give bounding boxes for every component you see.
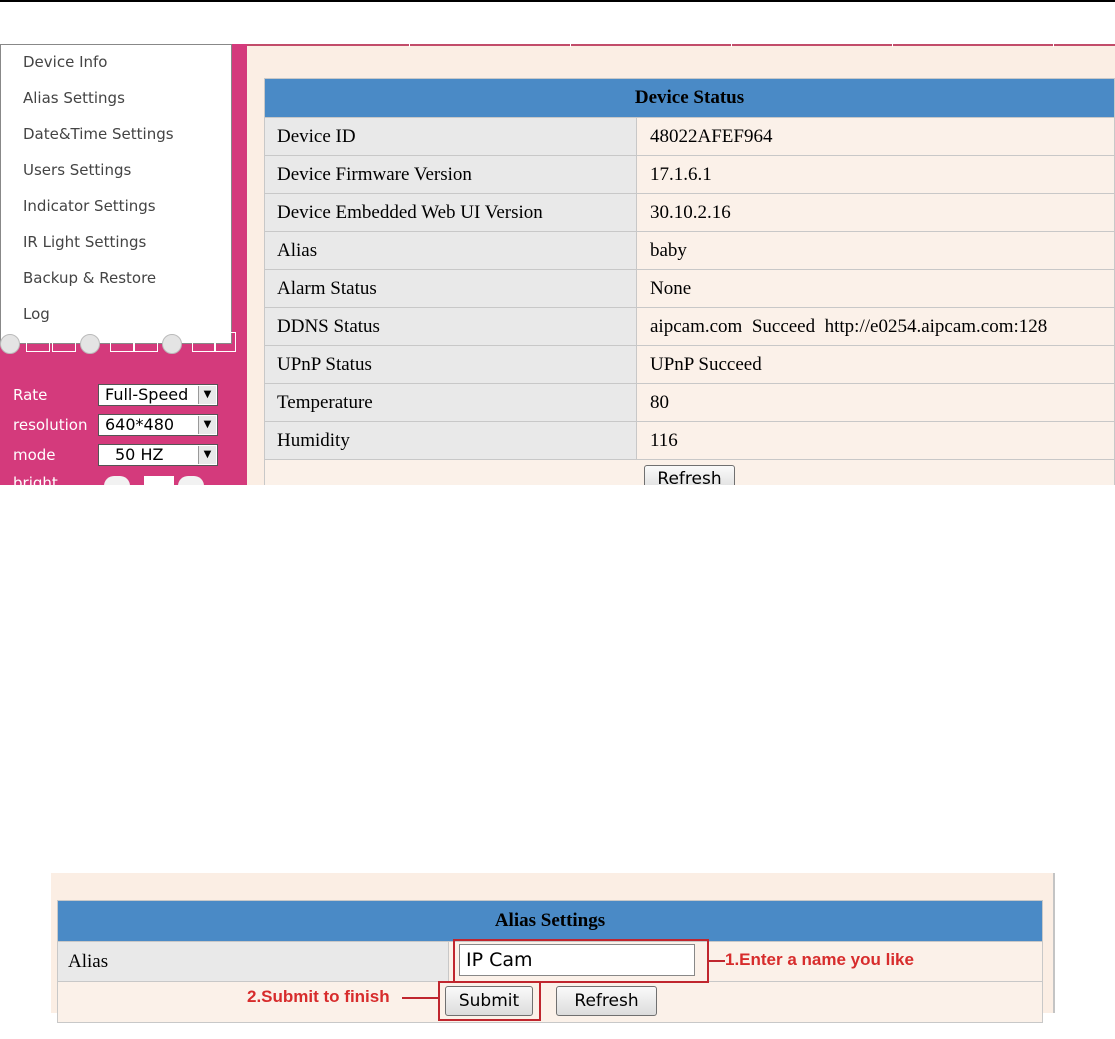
bright-stepper[interactable] xyxy=(104,476,204,485)
menu-item-ir-light-settings[interactable]: IR Light Settings xyxy=(23,233,146,251)
tab-bar xyxy=(247,44,1115,46)
device-menu-dropdown: Device Info Alias Settings Date&Time Set… xyxy=(0,44,232,344)
rate-select[interactable]: Full-Speed ▼ xyxy=(98,384,218,406)
table-row: Alarm Status None xyxy=(264,269,1115,308)
panel-border xyxy=(1053,873,1055,1013)
annotation-enter-name: 1.Enter a name you like xyxy=(725,950,914,969)
row-label: DDNS Status xyxy=(264,307,637,346)
chevron-down-icon[interactable]: ▼ xyxy=(198,416,216,434)
table-row: Refresh xyxy=(264,459,1115,485)
resolution-value: 640*480 xyxy=(105,415,175,434)
alias-settings-screenshot: Alias Settings Alias 1.Enter a name you … xyxy=(51,873,1055,1023)
submit-highlight-box xyxy=(438,981,541,1021)
mode-label: mode xyxy=(13,446,56,464)
mode-select[interactable]: 50 HZ ▼ xyxy=(98,444,218,466)
device-status-panel: Device Status Device ID 48022AFEF964 Dev… xyxy=(247,44,1115,485)
table-row: DDNS Status aipcam.com Succeed http://e0… xyxy=(264,307,1115,346)
tab-separator xyxy=(570,44,571,47)
table-row: Temperature 80 xyxy=(264,383,1115,422)
row-label: Device Embedded Web UI Version xyxy=(264,193,637,232)
table-row: UPnP Status UPnP Succeed xyxy=(264,345,1115,384)
menu-item-users-settings[interactable]: Users Settings xyxy=(23,161,131,179)
alias-button-row xyxy=(57,981,1043,1023)
resolution-label: resolution xyxy=(13,416,88,434)
nine-view-icon[interactable] xyxy=(192,332,216,352)
chevron-down-icon[interactable]: ▼ xyxy=(198,386,216,404)
view-layout-buttons xyxy=(0,328,240,354)
table-row: Device Firmware Version 17.1.6.1 xyxy=(264,155,1115,194)
device-status-table: Device Status Device ID 48022AFEF964 Dev… xyxy=(264,78,1115,485)
table-row: Alias baby xyxy=(264,231,1115,270)
bright-label: bright xyxy=(13,474,58,485)
menu-item-backup-restore[interactable]: Backup & Restore xyxy=(23,269,156,287)
row-value: 30.10.2.16 xyxy=(636,193,1115,232)
row-value: aipcam.com Succeed http://e0254.aipcam.c… xyxy=(636,307,1115,346)
page-top-rule xyxy=(0,0,1115,2)
input-highlight-box xyxy=(453,939,709,983)
row-label: Alarm Status xyxy=(264,269,637,308)
rate-value: Full-Speed xyxy=(105,385,189,404)
tab-separator xyxy=(1053,44,1054,47)
mode-value: 50 HZ xyxy=(115,445,164,464)
row-value: UPnP Succeed xyxy=(636,345,1115,384)
table-row: Device ID 48022AFEF964 xyxy=(264,117,1115,156)
annotation-2-line xyxy=(402,997,438,999)
device-status-title: Device Status xyxy=(264,78,1115,118)
row-label: Temperature xyxy=(264,383,637,422)
menu-item-alias-settings[interactable]: Alias Settings xyxy=(23,89,125,107)
refresh-row: Refresh xyxy=(264,459,1115,485)
row-value: 17.1.6.1 xyxy=(636,155,1115,194)
device-status-screenshot: Device Info Alias Settings Date&Time Set… xyxy=(0,44,1115,485)
plus-icon[interactable] xyxy=(178,476,204,485)
round-button-icon[interactable] xyxy=(80,334,100,354)
tab-separator xyxy=(409,44,410,47)
row-label: Device ID xyxy=(264,117,637,156)
single-view-icon[interactable] xyxy=(52,332,76,352)
tab-separator xyxy=(731,44,732,47)
row-value: 48022AFEF964 xyxy=(636,117,1115,156)
row-value: 80 xyxy=(636,383,1115,422)
rate-label: Rate xyxy=(13,386,48,404)
annotation-1-line xyxy=(709,960,725,962)
row-value: baby xyxy=(636,231,1115,270)
round-button-icon[interactable] xyxy=(0,334,20,354)
chevron-down-icon[interactable]: ▼ xyxy=(198,446,216,464)
menu-item-date-time-settings[interactable]: Date&Time Settings xyxy=(23,125,174,143)
refresh-button[interactable]: Refresh xyxy=(556,986,657,1016)
row-label: Device Firmware Version xyxy=(264,155,637,194)
row-label: Humidity xyxy=(264,421,637,460)
nine-view-icon[interactable] xyxy=(214,332,236,352)
refresh-button[interactable]: Refresh xyxy=(644,464,735,485)
sidebar: Device Info Alias Settings Date&Time Set… xyxy=(0,44,247,485)
row-value: None xyxy=(636,269,1115,308)
alias-settings-title: Alias Settings xyxy=(57,900,1043,942)
row-label: UPnP Status xyxy=(264,345,637,384)
table-row: Humidity 116 xyxy=(264,421,1115,460)
row-value: 116 xyxy=(636,421,1115,460)
row-label: Alias xyxy=(264,231,637,270)
tab-separator xyxy=(892,44,893,47)
table-row xyxy=(57,981,1043,1023)
menu-item-log[interactable]: Log xyxy=(23,305,50,323)
minus-icon[interactable] xyxy=(104,476,130,485)
bright-value xyxy=(144,476,174,485)
annotation-submit: 2.Submit to finish xyxy=(247,987,390,1006)
resolution-select[interactable]: 640*480 ▼ xyxy=(98,414,218,436)
quad-view-icon[interactable] xyxy=(134,332,158,352)
alias-label: Alias xyxy=(57,941,449,982)
table-row: Device Embedded Web UI Version 30.10.2.1… xyxy=(264,193,1115,232)
round-button-icon[interactable] xyxy=(162,334,182,354)
menu-item-indicator-settings[interactable]: Indicator Settings xyxy=(23,197,156,215)
single-view-icon[interactable] xyxy=(26,332,50,352)
quad-view-icon[interactable] xyxy=(110,332,134,352)
menu-item-device-info[interactable]: Device Info xyxy=(23,53,107,71)
